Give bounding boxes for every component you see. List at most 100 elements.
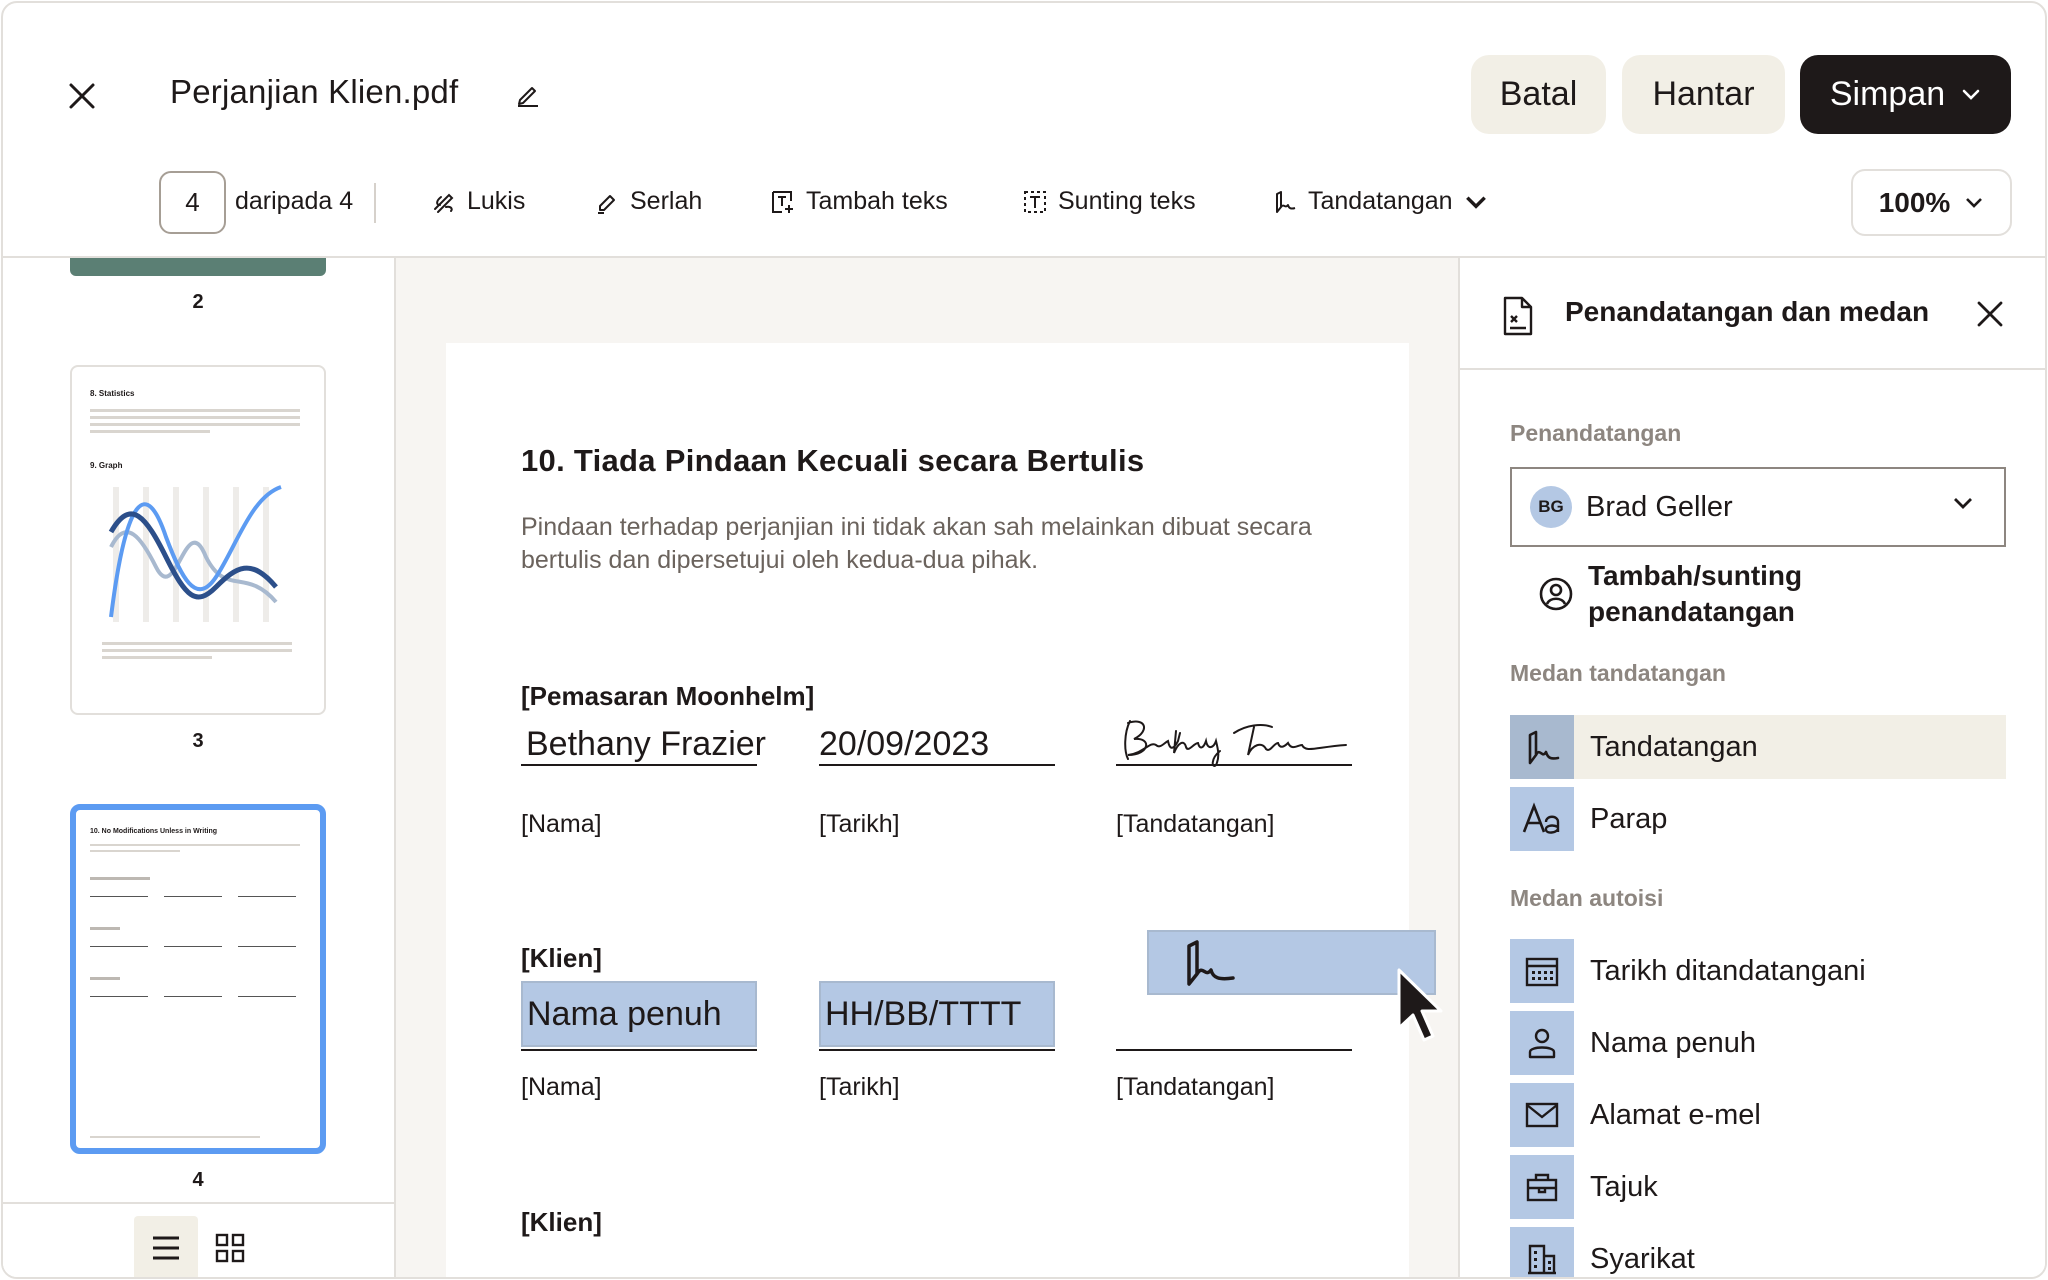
grid-view-icon[interactable]	[198, 1216, 262, 1277]
chevron-down-icon	[1966, 198, 1983, 208]
field-label: Tandatangan	[1590, 730, 1758, 763]
thumb-heading: 9. Graph	[90, 461, 123, 470]
tool-draw[interactable]: Lukis	[431, 187, 525, 216]
tool-edit-text-label: Sunting teks	[1058, 187, 1196, 215]
field-title[interactable]: Tajuk	[1510, 1155, 2006, 1219]
name-value: Bethany Frazier	[526, 725, 766, 763]
thumbnail-page-3[interactable]: 8. Statistics 9. Graph	[70, 365, 326, 715]
party-label: [Klien]	[521, 1207, 602, 1237]
field-full-name[interactable]: Nama penuh	[1510, 1011, 2006, 1075]
field-date-signed[interactable]: Tarikh ditandatangani	[1510, 939, 2006, 1003]
full-name-field[interactable]: Nama penuh	[521, 981, 757, 1047]
close-icon[interactable]	[65, 79, 99, 113]
save-button-label: Simpan	[1829, 75, 1946, 113]
cancel-button[interactable]: Batal	[1471, 55, 1606, 134]
field-initials[interactable]: Parap	[1510, 787, 2006, 851]
thumb-heading: 8. Statistics	[90, 389, 135, 398]
user-circle-icon	[1539, 577, 1573, 611]
signers-fields-panel: Penandatangan dan medan Penandatangan BG…	[1458, 258, 2045, 1277]
thumbnail-number: 3	[192, 730, 204, 752]
field-signature[interactable]: Tandatangan	[1510, 715, 2006, 779]
chevron-down-icon	[1465, 195, 1486, 209]
edit-text-icon	[1024, 190, 1046, 213]
signature-underline	[1116, 764, 1352, 766]
thumbnail-number: 2	[192, 291, 204, 313]
field-label: Nama penuh	[1590, 1026, 1757, 1059]
thumbnail-page-2[interactable]	[70, 258, 326, 276]
signature-label: [Tandatangan]	[1116, 1073, 1275, 1101]
thumbnail-page-4[interactable]: 10. No Modifications Unless in Writing	[70, 804, 326, 1154]
section-body: Pindaan terhadap perjanjian ini tidak ak…	[521, 513, 1312, 574]
close-icon[interactable]	[1976, 300, 2004, 328]
mail-icon	[1510, 1083, 1574, 1147]
tool-edit-text[interactable]: Sunting teks	[1022, 187, 1196, 216]
signature-icon	[1510, 715, 1574, 779]
date-label: [Tarikh]	[819, 810, 900, 838]
save-button[interactable]: Simpan	[1800, 55, 2011, 134]
initials-icon	[1510, 787, 1574, 851]
field-label: Parap	[1590, 802, 1668, 835]
add-edit-signers-link[interactable]: Tambah/sunting penandatangan	[1588, 558, 1968, 630]
document-title: Perjanjian Klien.pdf	[170, 73, 459, 110]
party-label: [Pemasaran Moonhelm]	[521, 681, 815, 711]
handwritten-signature	[1124, 720, 1347, 767]
tool-signature[interactable]: Tandatangan	[1272, 187, 1489, 216]
highlighter-icon	[598, 194, 615, 214]
name-underline	[521, 1049, 757, 1051]
date-underline	[819, 764, 1055, 766]
tool-add-text-label: Tambah teks	[806, 187, 948, 215]
field-label: Alamat e-mel	[1590, 1098, 1761, 1131]
signature-underline	[1116, 1049, 1352, 1051]
tool-highlight[interactable]: Serlah	[594, 187, 702, 216]
signature-field-dragging[interactable]	[1147, 930, 1436, 995]
autofill-fields-heading: Medan autoisi	[1510, 885, 1664, 911]
field-email[interactable]: Alamat e-mel	[1510, 1083, 2006, 1147]
avatar: BG	[1530, 486, 1572, 528]
calendar-icon	[1510, 939, 1574, 1003]
signature-icon	[1187, 940, 1235, 986]
app-window: Perjanjian Klien.pdf Batal Hantar Simpan…	[1, 1, 2047, 1279]
chevron-down-icon	[1962, 89, 1980, 100]
signers-heading: Penandatangan	[1510, 420, 1682, 446]
thumb-heading: 10. No Modifications Unless in Writing	[90, 828, 218, 835]
list-view-icon[interactable]	[134, 1216, 198, 1277]
page-number-input[interactable]: 4	[159, 171, 226, 234]
field-label: Tajuk	[1590, 1170, 1658, 1203]
signer-select[interactable]: BG Brad Geller	[1510, 467, 2006, 547]
chevron-down-icon	[1954, 498, 1972, 509]
zoom-select[interactable]: 100%	[1851, 169, 2012, 236]
name-underline	[521, 764, 757, 766]
field-company[interactable]: Syarikat	[1510, 1227, 2006, 1277]
zoom-value: 100%	[1878, 186, 1951, 218]
panel-title: Penandatangan dan medan	[1565, 296, 1930, 327]
tool-draw-label: Lukis	[467, 187, 526, 215]
thumbnail-sidebar: 2 8. Statistics 9. Graph 3 10. No Modifi…	[3, 258, 396, 1277]
signer-name: Brad Geller	[1586, 490, 1733, 523]
mouse-cursor-icon	[1397, 968, 1443, 1042]
document-signature-icon	[1503, 296, 1533, 336]
add-text-icon	[772, 190, 793, 213]
thumbnail-number: 4	[192, 1169, 204, 1191]
mini-graph-image	[108, 485, 282, 622]
date-underline	[819, 1049, 1055, 1051]
tool-highlight-label: Serlah	[630, 187, 703, 215]
date-value: 20/09/2023	[819, 725, 990, 763]
send-button[interactable]: Hantar	[1622, 55, 1785, 134]
person-icon	[1510, 1011, 1574, 1075]
document-canvas: 10. Tiada Pindaan Kecuali secara Bertuli…	[396, 258, 1458, 1277]
signature-fields-heading: Medan tandatangan	[1510, 660, 1726, 686]
panel-header: Penandatangan dan medan	[1460, 258, 2045, 370]
page-count-label: daripada 4	[235, 187, 354, 215]
tool-add-text[interactable]: Tambah teks	[770, 187, 948, 216]
building-icon	[1510, 1227, 1574, 1277]
signature-label: [Tandatangan]	[1116, 810, 1275, 838]
date-field[interactable]: HH/BB/TTTT	[819, 981, 1055, 1047]
pencil-icon[interactable]	[515, 81, 541, 107]
draw-icon	[434, 193, 454, 213]
section-title: 10. Tiada Pindaan Kecuali secara Bertuli…	[521, 443, 1145, 478]
name-label: [Nama]	[521, 1073, 602, 1101]
field-label: Syarikat	[1590, 1242, 1695, 1275]
briefcase-icon	[1510, 1155, 1574, 1219]
name-label: [Nama]	[521, 810, 602, 838]
date-label: [Tarikh]	[819, 1073, 900, 1101]
